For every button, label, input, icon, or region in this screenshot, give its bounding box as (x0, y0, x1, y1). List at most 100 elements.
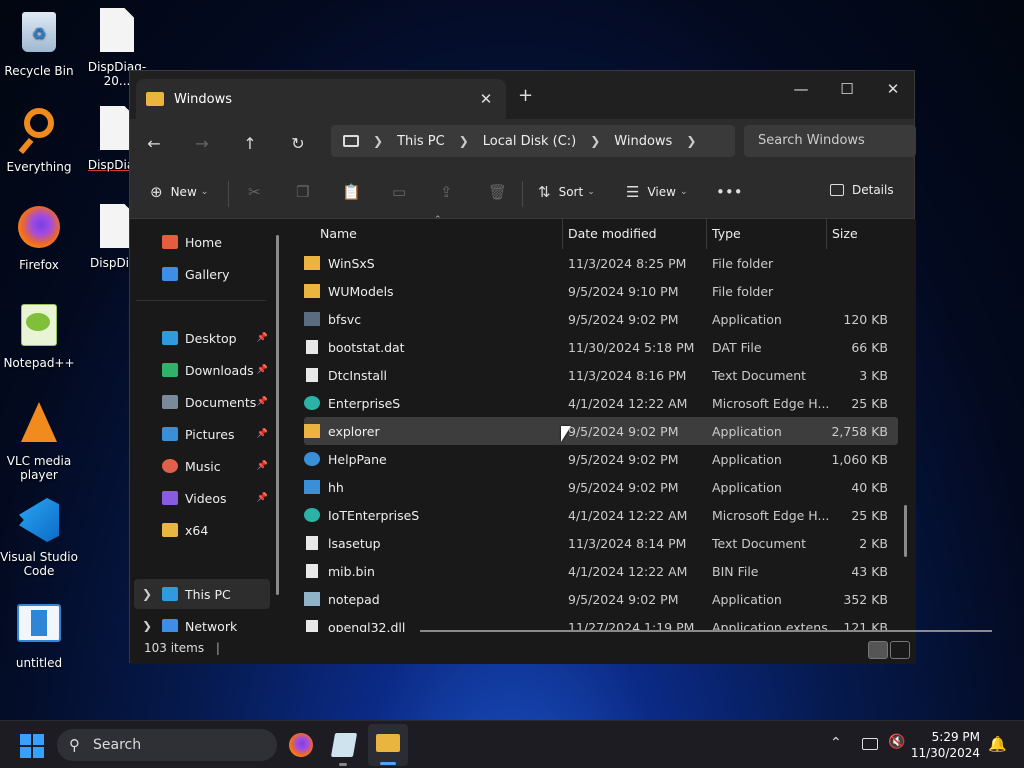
details-view-button[interactable] (868, 641, 888, 659)
nav-item-pictures[interactable]: Pictures 📌 (134, 419, 270, 449)
status-bar: 103 items | (130, 632, 916, 664)
file-name: mib.bin (328, 563, 375, 579)
delete-button[interactable]: 🗑 (488, 183, 507, 201)
desktop-icon-everything[interactable]: Everything (0, 106, 78, 174)
back-arrow-icon[interactable]: ← (130, 134, 178, 153)
nav-item-this-pc[interactable]: ❯ This PC (134, 579, 270, 609)
file-explorer-taskbar-icon[interactable] (368, 724, 408, 766)
table-row[interactable]: hh 9/5/2024 9:02 PM Application 40 KB (304, 473, 898, 501)
rename-icon: ▭ (392, 183, 407, 201)
tiles-view-button[interactable] (890, 641, 910, 659)
table-row[interactable]: notepad 9/5/2024 9:02 PM Application 352 KB (304, 585, 898, 613)
chevron-right-icon[interactable]: ❯ (142, 587, 152, 601)
column-header-name[interactable]: Name (320, 219, 357, 249)
up-arrow-icon[interactable]: ↑ (226, 134, 274, 153)
nav-item-home[interactable]: Home (134, 227, 270, 257)
column-divider[interactable] (826, 219, 827, 249)
column-header-size[interactable]: Size (832, 219, 858, 249)
clock[interactable]: 5:29 PM 11/30/2024 (911, 729, 980, 761)
desktop-icon-label: Recycle Bin (4, 64, 74, 78)
taskbar: ⚲ Search ⌃ 🔇 5:29 PM 11/30/2024 🔔 (0, 720, 1024, 768)
desktop-icon-untitled[interactable]: untitled (0, 600, 78, 670)
table-row[interactable]: DtcInstall 11/3/2024 8:16 PM Text Document… (304, 361, 898, 389)
column-header-date[interactable]: Date modified (568, 219, 657, 249)
nav-item-documents[interactable]: Documents 📌 (134, 387, 270, 417)
nav-item-downloads[interactable]: Downloads 📌 (134, 355, 270, 385)
nav-item-x64[interactable]: x64 (134, 515, 270, 545)
chevron-up-icon[interactable]: ⌃ (830, 735, 842, 751)
nav-item-music[interactable]: Music 📌 (134, 451, 270, 481)
search-icon: ⚲ (69, 736, 80, 754)
file-size: 25 KB (851, 507, 888, 523)
vertical-scrollbar[interactable] (904, 505, 907, 557)
breadcrumb[interactable]: ❯ This PC ❯ Local Disk (C:) ❯ Windows ❯ (331, 125, 735, 157)
table-row[interactable]: explorer 9/5/2024 9:02 PM Application 2,758… (304, 417, 898, 445)
nav-item-gallery[interactable]: Gallery (134, 259, 270, 289)
table-row[interactable]: WinSxS 11/3/2024 8:25 PM File folder (304, 249, 898, 277)
table-row[interactable]: bfsvc 9/5/2024 9:02 PM Application 120 KB (304, 305, 898, 333)
rename-button[interactable]: ▭ (392, 183, 406, 201)
copy-button[interactable]: ❐ (296, 183, 309, 201)
breadcrumb-item[interactable]: Local Disk (C:) (483, 134, 576, 149)
breadcrumb-item[interactable]: This PC (397, 134, 445, 149)
start-windows-icon[interactable] (20, 734, 44, 758)
column-header-type[interactable]: Type (712, 219, 741, 249)
desktop-icon-vlc[interactable]: VLC media player (0, 400, 78, 482)
desktop-icon-vscode[interactable]: Visual Studio Code (0, 496, 78, 578)
table-row[interactable]: IoTEnterpriseS 4/1/2024 12:22 AM Microsoft… (304, 501, 898, 529)
tab-close-icon[interactable]: ✕ (476, 90, 496, 108)
file-name: notepad (328, 591, 380, 607)
cut-icon: ✂ (248, 183, 261, 201)
file-explorer-window: Windows ✕ + — ☐ ✕ ← → ↑ ↻ ❯ This PC ❯ Lo… (129, 70, 992, 664)
column-divider[interactable] (706, 219, 707, 249)
minimize-button[interactable]: — (778, 75, 824, 103)
nav-scrollbar[interactable] (276, 235, 279, 595)
desktop-icon-recycle-bin[interactable]: ♻ Recycle Bin (0, 8, 78, 78)
nav-label: x64 (185, 522, 209, 538)
table-row[interactable]: WUModels 9/5/2024 9:10 PM File folder (304, 277, 898, 305)
share-button[interactable]: ⇪ (440, 183, 453, 201)
table-row[interactable]: bootstat.dat 11/30/2024 5:18 PM DAT File 66… (304, 333, 898, 361)
firefox-taskbar-icon[interactable] (289, 733, 313, 757)
details-pane-icon (830, 184, 844, 196)
table-row[interactable]: mib.bin 4/1/2024 12:22 AM BIN File 43 KB (304, 557, 898, 585)
close-window-button[interactable]: ✕ (870, 75, 916, 103)
sort-button[interactable]: ⇅ Sort ⌄ (538, 183, 595, 201)
file-size: 2 KB (859, 535, 888, 551)
speaker-muted-icon[interactable]: 🔇 (888, 734, 905, 750)
nav-item-desktop[interactable]: Desktop 📌 (134, 323, 270, 353)
tab-windows[interactable]: Windows ✕ (136, 79, 506, 119)
table-row[interactable]: HelpPane 9/5/2024 9:02 PM Application 1,060… (304, 445, 898, 473)
search-input[interactable]: Search Windows (744, 125, 916, 157)
nav-item-videos[interactable]: Videos 📌 (134, 483, 270, 513)
file-name: EnterpriseS (328, 395, 401, 411)
text-doc-icon (306, 368, 318, 382)
display-icon[interactable] (862, 738, 878, 750)
new-button[interactable]: ⊕ New ⌄ (150, 183, 208, 201)
table-row[interactable]: EnterpriseS 4/1/2024 12:22 AM Microsoft Ed… (304, 389, 898, 417)
breadcrumb-item[interactable]: Windows (614, 134, 672, 149)
details-pane-button[interactable]: Details (830, 183, 894, 197)
share-icon: ⇪ (440, 183, 453, 201)
desktop-icon-notepadpp[interactable]: Notepad++ (0, 302, 78, 370)
file-type: Application (712, 479, 782, 495)
desktop-icon-label: Notepad++ (3, 356, 75, 370)
more-options-button[interactable]: ••• (716, 183, 743, 201)
forward-arrow-icon[interactable]: → (178, 134, 226, 153)
column-divider[interactable] (562, 219, 563, 249)
notification-bell-icon[interactable]: 🔔 (988, 735, 1007, 753)
view-button[interactable]: ☰ View ⌄ (626, 183, 687, 201)
desktop-icon-firefox[interactable]: Firefox (0, 204, 78, 272)
chevron-right-icon[interactable]: ❯ (142, 619, 152, 633)
table-row[interactable]: lsasetup 11/3/2024 8:14 PM Text Document 2 … (304, 529, 898, 557)
file-type: BIN File (712, 563, 759, 579)
paste-button[interactable]: 📋 (342, 183, 361, 201)
new-tab-button[interactable]: + (518, 85, 533, 106)
notepadpp-taskbar-icon[interactable] (330, 733, 358, 757)
file-size: 40 KB (851, 479, 888, 495)
taskbar-search[interactable]: ⚲ Search (57, 729, 277, 761)
refresh-icon[interactable]: ↻ (274, 134, 322, 153)
pictures-icon (162, 427, 178, 441)
maximize-button[interactable]: ☐ (824, 75, 870, 103)
cut-button[interactable]: ✂ (248, 183, 261, 201)
